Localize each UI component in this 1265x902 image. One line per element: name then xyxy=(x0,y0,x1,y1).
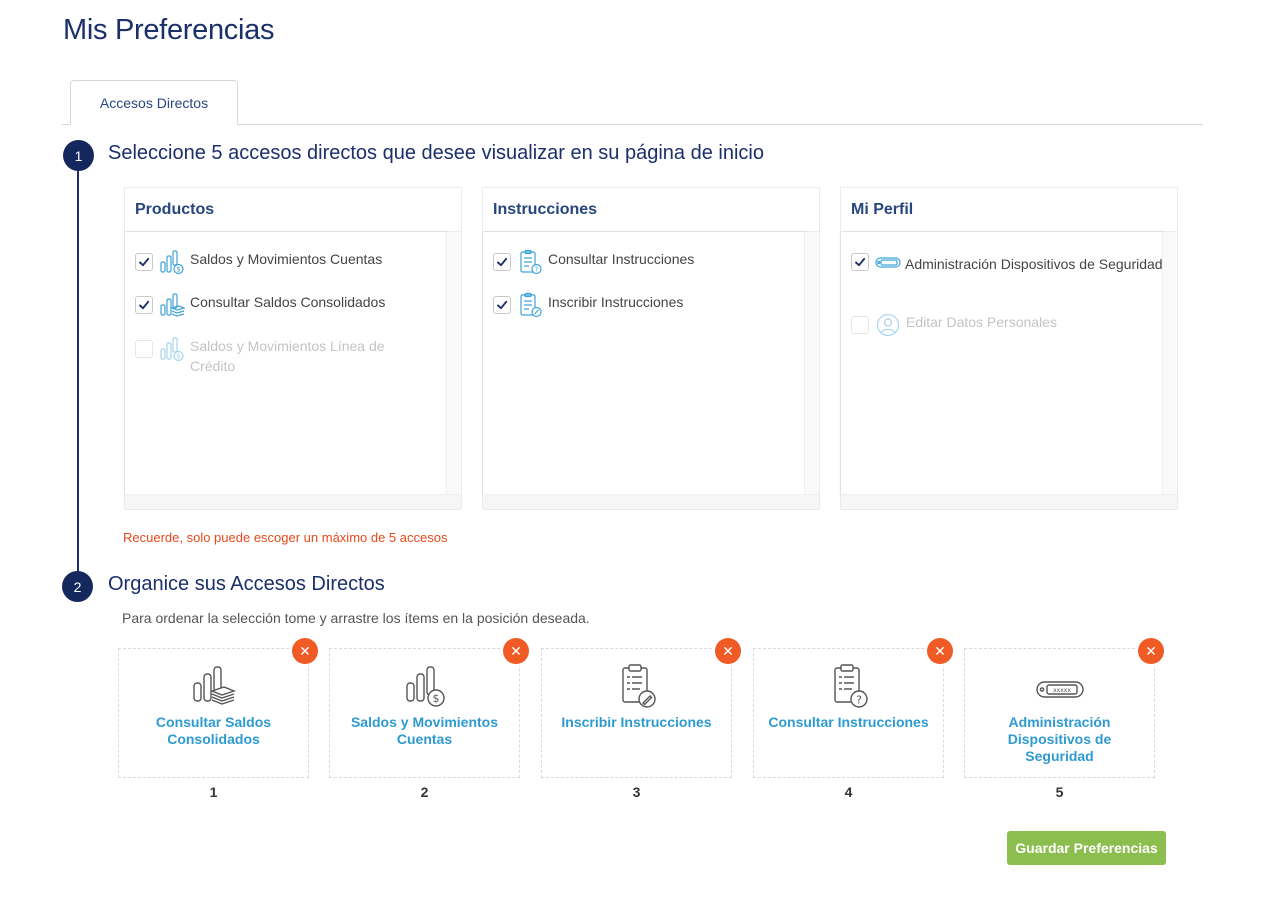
option-label-with-icon: Administración Dispositivos de Seguridad xyxy=(875,249,1165,275)
option-consultar-instrucciones[interactable]: ? Consultar Instrucciones xyxy=(493,249,788,275)
shortcut-card-2[interactable]: $ Saldos y Movimientos Cuentas ✕ xyxy=(329,638,529,778)
panel-list: Administración Dispositivos de Seguridad… xyxy=(841,232,1163,495)
svg-text:?: ? xyxy=(856,694,862,707)
shortcut-label: Consultar Instrucciones xyxy=(768,714,929,730)
panel-mi-perfil: Mi Perfil Administración Dispositivos de… xyxy=(840,187,1178,510)
step-2-title: Organice sus Accesos Directos xyxy=(108,573,385,595)
shortcut-position: 1 xyxy=(209,784,218,800)
bar-chart-stack-icon xyxy=(159,292,186,318)
svg-text:$: $ xyxy=(432,692,439,705)
shortcut-card-5[interactable]: xxxxx Administración Dispositivos de Seg… xyxy=(964,638,1164,778)
user-profile-icon xyxy=(875,312,901,338)
bar-chart-dollar-icon: $ xyxy=(159,336,185,362)
panel-productos: Productos $ Saldos y Movimientos Cuentas… xyxy=(124,187,462,510)
horizontal-scrollbar[interactable] xyxy=(483,494,819,509)
horizontal-scrollbar[interactable] xyxy=(125,494,461,509)
checkbox[interactable] xyxy=(135,296,153,314)
vertical-scrollbar[interactable] xyxy=(446,232,461,495)
option-saldos-movimientos-cuentas[interactable]: $ Saldos y Movimientos Cuentas xyxy=(135,249,430,275)
panel-title: Productos xyxy=(125,188,461,232)
option-label: Administración Dispositivos de Seguridad xyxy=(905,256,1163,272)
clipboard-pencil-icon xyxy=(517,292,543,318)
panel-list: $ Saldos y Movimientos Cuentas Consultar… xyxy=(125,232,447,495)
max-selection-warning: Recuerde, solo puede escoger un máximo d… xyxy=(123,530,448,545)
remove-shortcut-button[interactable]: ✕ xyxy=(927,638,953,664)
shortcut-card-4[interactable]: ? Consultar Instrucciones ✕ xyxy=(753,638,953,778)
clipboard-pencil-icon xyxy=(611,663,663,711)
checkbox[interactable] xyxy=(493,253,511,271)
option-label: Saldos y Movimientos Línea de Crédito xyxy=(190,338,385,374)
page-title: Mis Preferencias xyxy=(63,14,275,46)
step-1-badge: 1 xyxy=(63,140,94,171)
checkbox xyxy=(851,316,869,334)
vertical-scrollbar[interactable] xyxy=(1162,232,1177,495)
clipboard-question-icon: ? xyxy=(823,663,875,711)
option-label: Consultar Saldos Consolidados xyxy=(190,294,386,310)
shortcut-position: 4 xyxy=(844,784,853,800)
step-1-title: Seleccione 5 accesos directos que desee … xyxy=(108,142,764,164)
panel-title: Mi Perfil xyxy=(841,188,1177,232)
security-token-icon: xxxxx xyxy=(1034,663,1086,711)
shortcut-label: Consultar Saldos Consolidados xyxy=(155,714,272,747)
option-inscribir-instrucciones[interactable]: Inscribir Instrucciones xyxy=(493,292,788,318)
drag-instruction: Para ordenar la selección tome y arrastr… xyxy=(122,610,590,626)
checkbox[interactable] xyxy=(851,253,869,271)
option-label: Consultar Instrucciones xyxy=(548,251,695,267)
security-token-icon xyxy=(875,249,901,275)
shortcut-position: 2 xyxy=(420,784,429,800)
shortcut-position: 3 xyxy=(632,784,641,800)
horizontal-scrollbar[interactable] xyxy=(841,494,1177,509)
svg-text:$: $ xyxy=(176,353,180,361)
option-label: Saldos y Movimientos Cuentas xyxy=(190,251,383,267)
checkbox xyxy=(135,340,153,358)
panel-list: ? Consultar Instrucciones Inscribir Inst… xyxy=(483,232,805,495)
save-preferences-button[interactable]: Guardar Preferencias xyxy=(1007,831,1166,865)
option-consultar-saldos-consolidados[interactable]: Consultar Saldos Consolidados xyxy=(135,292,430,318)
checkbox[interactable] xyxy=(493,296,511,314)
shortcut-label: Administración Dispositivos de Seguridad xyxy=(1007,714,1112,764)
step-2-badge: 2 xyxy=(62,571,93,602)
panel-instrucciones: Instrucciones ? Consultar Instrucciones … xyxy=(482,187,820,510)
shortcut-position: 5 xyxy=(1055,784,1064,800)
shortcut-card-3[interactable]: Inscribir Instrucciones ✕ xyxy=(541,638,741,778)
remove-shortcut-button[interactable]: ✕ xyxy=(292,638,318,664)
option-label: Inscribir Instrucciones xyxy=(548,294,684,310)
option-editar-datos-personales: Editar Datos Personales xyxy=(851,312,1146,338)
shortcut-label: Saldos y Movimientos Cuentas xyxy=(350,714,499,747)
shortcut-card-1[interactable]: Consultar Saldos Consolidados ✕ xyxy=(118,638,318,778)
bar-chart-dollar-icon: $ xyxy=(159,249,185,275)
checkbox[interactable] xyxy=(135,253,153,271)
bar-chart-dollar-icon: $ xyxy=(399,663,451,711)
svg-text:xxxxx: xxxxx xyxy=(1053,687,1071,694)
tab-accesos-directos[interactable]: Accesos Directos xyxy=(70,80,238,125)
option-label: Editar Datos Personales xyxy=(906,314,1057,330)
remove-shortcut-button[interactable]: ✕ xyxy=(715,638,741,664)
remove-shortcut-button[interactable]: ✕ xyxy=(503,638,529,664)
clipboard-question-icon: ? xyxy=(517,249,543,275)
option-administracion-dispositivos[interactable]: Administración Dispositivos de Seguridad xyxy=(851,249,1165,275)
bar-chart-stack-icon xyxy=(188,663,240,711)
svg-text:$: $ xyxy=(176,266,180,274)
vertical-scrollbar[interactable] xyxy=(804,232,819,495)
shortcut-label: Inscribir Instrucciones xyxy=(561,714,712,730)
svg-text:?: ? xyxy=(535,266,539,274)
remove-shortcut-button[interactable]: ✕ xyxy=(1138,638,1164,664)
option-saldos-movimientos-linea-credito: $ Saldos y Movimientos Línea de Crédito xyxy=(135,336,430,376)
panel-title: Instrucciones xyxy=(483,188,819,232)
step-connector-line xyxy=(77,155,79,585)
tab-bar: Accesos Directos xyxy=(62,80,1203,125)
